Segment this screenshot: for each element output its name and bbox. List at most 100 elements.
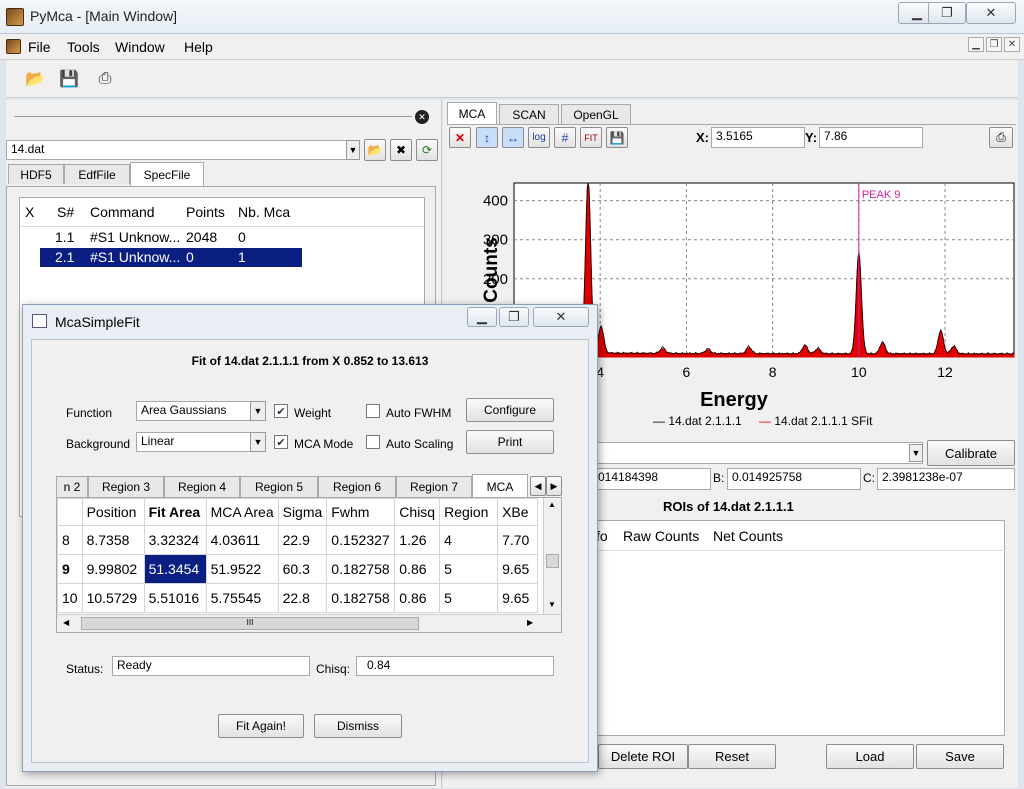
- fit-cell[interactable]: 0.152327: [326, 525, 396, 555]
- chevron-down-icon[interactable]: ▼: [250, 401, 266, 421]
- tab-mca[interactable]: MCA: [447, 102, 497, 124]
- fit-cell[interactable]: 51.9522: [205, 554, 279, 584]
- dialog-close-icon[interactable]: ✕: [533, 307, 589, 327]
- tab-region-2[interactable]: n 2: [56, 476, 88, 497]
- auto-fwhm-checkbox[interactable]: [366, 404, 380, 418]
- delete-roi-button[interactable]: Delete ROI: [598, 744, 688, 769]
- fit-cell[interactable]: 9.65: [497, 583, 539, 613]
- print-icon[interactable]: ⎙: [94, 69, 116, 89]
- calibration-combo[interactable]: [593, 442, 923, 464]
- table-row[interactable]: 9 9.99802 51.3454 51.9522 60.3 0.182758 0.86 5 9…: [57, 554, 539, 584]
- refresh-icon[interactable]: ⟳: [416, 139, 438, 161]
- tab-region-7[interactable]: Region 7: [396, 476, 472, 497]
- fit-icon[interactable]: FIT: [580, 127, 602, 148]
- tab-opengl[interactable]: OpenGL: [561, 104, 631, 124]
- fit-cell[interactable]: 5.75545: [205, 583, 279, 613]
- fit-cell[interactable]: 1.26: [394, 525, 441, 555]
- log-scale-icon[interactable]: log: [528, 127, 550, 148]
- fit-column-header[interactable]: Fwhm: [326, 498, 396, 526]
- menu-file[interactable]: File: [28, 39, 51, 55]
- fit-column-header[interactable]: Fit Area: [143, 498, 207, 526]
- menu-tools[interactable]: Tools: [67, 39, 100, 55]
- menu-help[interactable]: Help: [184, 39, 213, 55]
- calib-c-field[interactable]: 2.3981238e-07: [877, 468, 1015, 490]
- roi-column-net[interactable]: Net Counts: [713, 528, 783, 544]
- close-source-icon[interactable]: ✕: [415, 110, 429, 124]
- fit-column-header[interactable]: Sigma: [277, 498, 328, 526]
- table-row[interactable]: 10 10.5729 5.51016 5.75545 22.8 0.182758 0.86 5…: [57, 583, 539, 613]
- fit-cell[interactable]: 7.70: [497, 525, 539, 555]
- load-button[interactable]: Load: [826, 744, 914, 769]
- open-file-icon[interactable]: 📂: [364, 139, 386, 161]
- table-row[interactable]: 8 8.7358 3.32324 4.03611 22.9 0.152327 1.26 4 7.…: [57, 525, 539, 555]
- fit-cell[interactable]: 22.8: [277, 583, 328, 613]
- x-autoscale-icon[interactable]: ↔: [502, 127, 524, 148]
- mca-mode-checkbox[interactable]: ✔: [274, 435, 288, 449]
- y-coord-field[interactable]: 7.86: [819, 127, 923, 148]
- chevron-down-icon[interactable]: ▼: [909, 444, 923, 462]
- tab-mca-fit[interactable]: MCA: [472, 474, 528, 498]
- open-folder-icon[interactable]: 📂: [24, 69, 46, 89]
- fit-again-button[interactable]: Fit Again!: [218, 714, 304, 738]
- scroll-down-icon[interactable]: ▼: [548, 600, 556, 609]
- background-select[interactable]: Linear: [136, 432, 266, 452]
- column-scan[interactable]: S#: [57, 204, 74, 220]
- fit-cell[interactable]: 51.3454: [143, 554, 207, 584]
- fit-column-header[interactable]: Region: [439, 498, 499, 526]
- fit-cell[interactable]: 0.182758: [326, 583, 396, 613]
- tab-region-5[interactable]: Region 5: [240, 476, 318, 497]
- fit-cell[interactable]: 0.86: [394, 583, 441, 613]
- scroll-right-icon[interactable]: ▶: [527, 618, 533, 627]
- column-points[interactable]: Points: [186, 204, 225, 220]
- fit-cell[interactable]: 60.3: [277, 554, 328, 584]
- fit-cell[interactable]: 0.86: [394, 554, 441, 584]
- tab-region-6[interactable]: Region 6: [318, 476, 396, 497]
- reset-button[interactable]: Reset: [688, 744, 776, 769]
- tab-region-3[interactable]: Region 3: [88, 476, 164, 497]
- fit-cell[interactable]: 3.32324: [143, 525, 207, 555]
- column-command[interactable]: Command: [90, 204, 155, 220]
- fit-cell[interactable]: 9: [57, 554, 83, 584]
- table-row[interactable]: 1.1 #S1 Unknow... 2048 0: [20, 228, 310, 247]
- grid-icon[interactable]: #: [554, 127, 576, 148]
- save-button[interactable]: Save: [916, 744, 1004, 769]
- vertical-scroll-thumb[interactable]: [546, 554, 559, 568]
- fit-column-header[interactable]: Position: [81, 498, 145, 526]
- fit-cell[interactable]: 5.51016: [143, 583, 207, 613]
- file-combo[interactable]: 14.dat: [6, 140, 348, 160]
- chevron-down-icon[interactable]: ▼: [250, 432, 266, 452]
- x-coord-field[interactable]: 3.5165: [711, 127, 805, 148]
- fit-column-header[interactable]: Chisq: [394, 498, 441, 526]
- save-icon[interactable]: 💾: [58, 69, 80, 89]
- maximize-icon[interactable]: ❐: [928, 2, 966, 24]
- tab-scroll-left-icon[interactable]: ◀: [530, 476, 546, 496]
- tab-scan[interactable]: SCAN: [499, 104, 559, 124]
- dismiss-button[interactable]: Dismiss: [314, 714, 402, 738]
- tab-region-4[interactable]: Region 4: [164, 476, 240, 497]
- dialog-maximize-icon[interactable]: ❐: [499, 307, 529, 327]
- roi-column-raw[interactable]: Raw Counts: [623, 528, 699, 544]
- horizontal-scroll-thumb[interactable]: III: [81, 617, 419, 630]
- calib-b-field[interactable]: 0.014925758: [727, 468, 861, 490]
- y-autoscale-icon[interactable]: ↕: [476, 127, 498, 148]
- tab-edffile[interactable]: EdfFile: [64, 164, 130, 184]
- fit-cell[interactable]: 5: [439, 583, 499, 613]
- tab-scroll-right-icon[interactable]: ▶: [546, 476, 562, 496]
- tab-specfile[interactable]: SpecFile: [130, 162, 204, 186]
- fit-cell[interactable]: 10.5729: [81, 583, 145, 613]
- tab-hdf5[interactable]: HDF5: [8, 164, 64, 184]
- fit-cell[interactable]: 8: [57, 525, 83, 555]
- fit-cell[interactable]: 9.99802: [81, 554, 145, 584]
- fit-column-header[interactable]: MCA Area: [205, 498, 279, 526]
- clear-icon[interactable]: ✕: [449, 127, 471, 148]
- mdi-minimize-icon[interactable]: ▁: [968, 37, 984, 52]
- fit-cell[interactable]: 0.182758: [326, 554, 396, 584]
- fit-cell[interactable]: 5: [439, 554, 499, 584]
- calibrate-button[interactable]: Calibrate: [927, 440, 1015, 466]
- column-x[interactable]: X: [25, 204, 34, 220]
- column-nbmca[interactable]: Nb. Mca: [238, 204, 290, 220]
- menu-window[interactable]: Window: [115, 39, 165, 55]
- configure-button[interactable]: Configure: [466, 398, 554, 422]
- print-plot-icon[interactable]: ⎙: [989, 127, 1013, 148]
- fit-column-header[interactable]: XBe: [497, 498, 539, 526]
